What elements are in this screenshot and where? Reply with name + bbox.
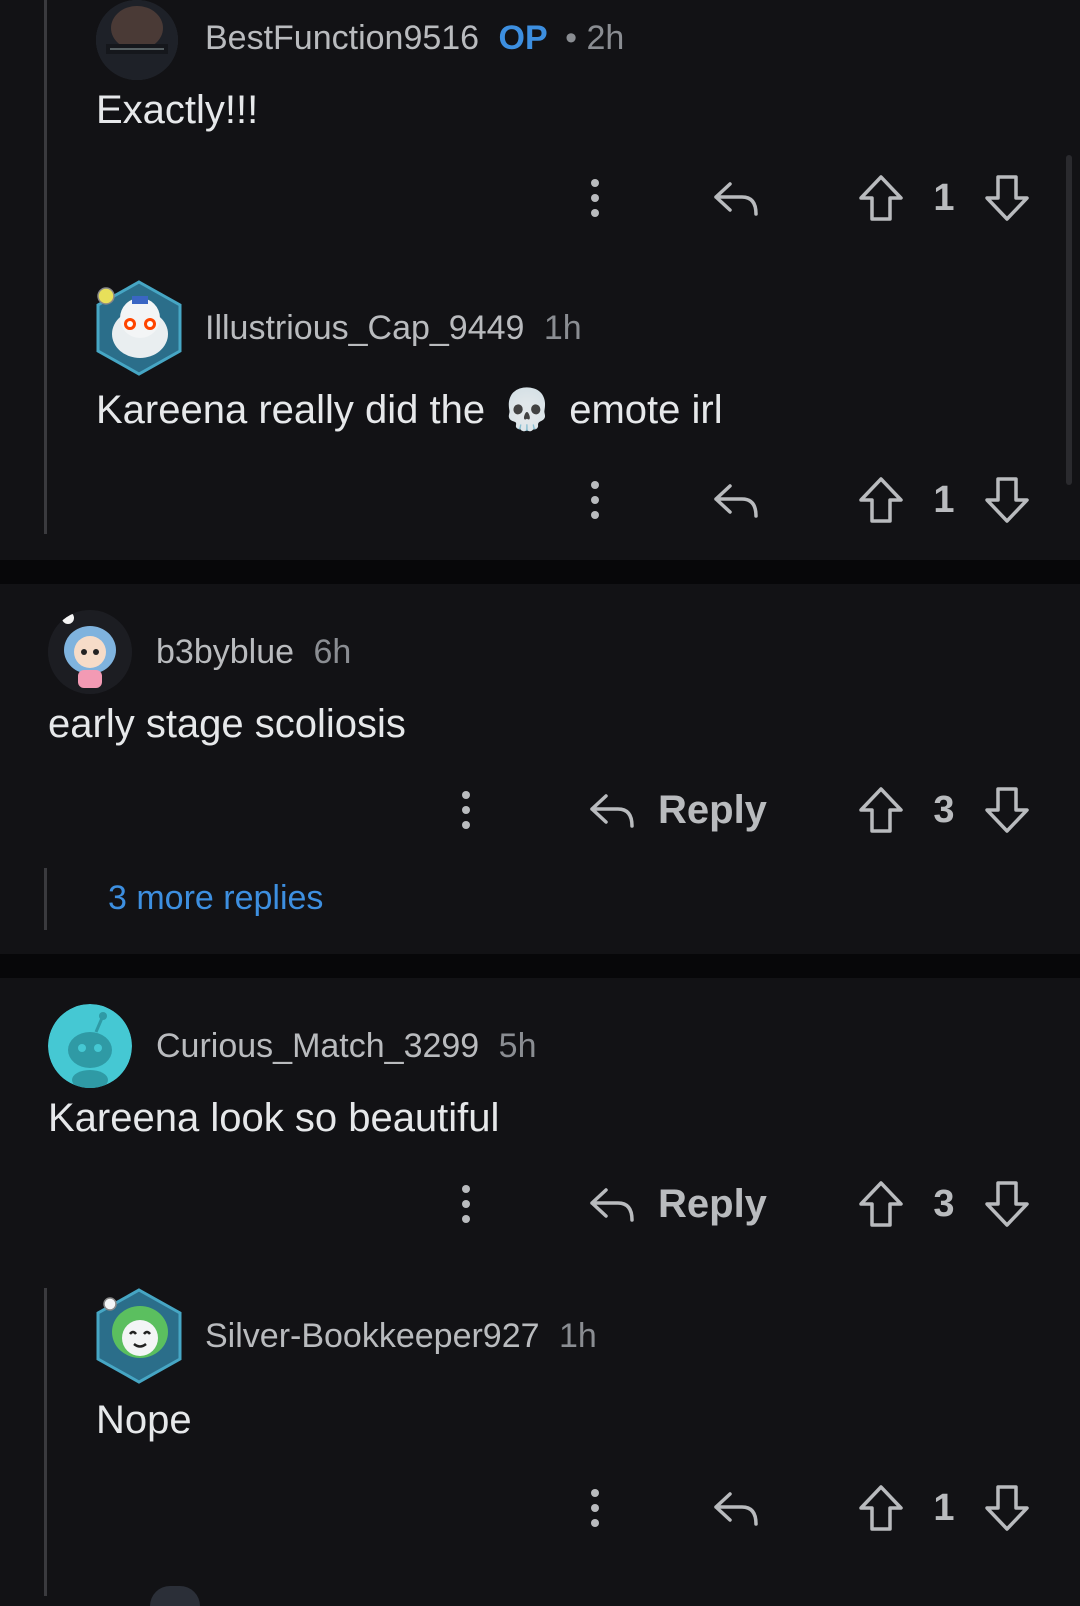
avatar[interactable] <box>150 1586 200 1606</box>
upvote-icon[interactable] <box>856 170 906 226</box>
vote-count: 3 <box>933 789 955 831</box>
username[interactable]: b3byblue <box>156 633 294 671</box>
vote-count: 1 <box>933 1487 955 1529</box>
reply-icon[interactable] <box>708 1480 764 1536</box>
username[interactable]: Silver-Bookkeeper927 <box>205 1317 540 1355</box>
timestamp: 2h <box>586 19 625 57</box>
comment-meta: Illustrious_Cap_9449 1h <box>205 308 582 348</box>
timestamp: 5h <box>498 1027 537 1065</box>
username[interactable]: BestFunction9516 <box>205 19 479 57</box>
downvote-icon[interactable] <box>982 1480 1032 1536</box>
thread-line <box>44 1288 47 1596</box>
more-options-icon[interactable] <box>570 470 620 530</box>
avatar[interactable] <box>48 610 132 694</box>
more-options-icon[interactable] <box>441 1174 491 1234</box>
comment-separator <box>0 560 1080 584</box>
username[interactable]: Curious_Match_3299 <box>156 1027 479 1065</box>
comment-body: Nope <box>96 1398 192 1442</box>
comment-meta: b3byblue 6h <box>156 632 351 672</box>
thread-line <box>44 0 47 534</box>
vote-count: 1 <box>933 177 955 219</box>
downvote-icon[interactable] <box>982 1176 1032 1232</box>
timestamp: 1h <box>543 309 582 347</box>
reply-button[interactable]: Reply <box>658 1174 767 1234</box>
comment-meta: Curious_Match_3299 5h <box>156 1026 536 1066</box>
avatar[interactable] <box>48 1004 132 1088</box>
upvote-icon[interactable] <box>856 1480 906 1536</box>
more-replies-link[interactable]: 3 more replies <box>108 878 323 918</box>
downvote-icon[interactable] <box>982 782 1032 838</box>
more-options-icon[interactable] <box>570 168 620 228</box>
comment-meta: Silver-Bookkeeper927 1h <box>205 1316 597 1356</box>
more-options-icon[interactable] <box>441 780 491 840</box>
upvote-icon[interactable] <box>856 1176 906 1232</box>
more-options-icon[interactable] <box>570 1478 620 1538</box>
op-badge: OP <box>498 19 548 57</box>
reply-button[interactable]: Reply <box>658 780 767 840</box>
avatar[interactable] <box>92 278 186 378</box>
upvote-icon[interactable] <box>856 472 906 528</box>
skull-emoji-icon: 💀 <box>502 388 553 432</box>
comment-body: Exactly!!! <box>96 88 259 132</box>
comment-separator <box>0 954 1080 978</box>
comment-body: Kareena look so beautiful <box>48 1096 500 1140</box>
reply-icon[interactable] <box>584 782 640 838</box>
timestamp: 6h <box>313 633 352 671</box>
comment-meta: BestFunction9516 OP • 2h <box>205 18 624 58</box>
comment-body: Kareena really did the 💀 emote irl <box>96 386 723 434</box>
comment-text: emote irl <box>569 388 723 432</box>
username[interactable]: Illustrious_Cap_9449 <box>205 309 524 347</box>
comment-text: Kareena really did the <box>96 388 486 432</box>
downvote-icon[interactable] <box>982 472 1032 528</box>
thread-line <box>44 868 47 930</box>
upvote-icon[interactable] <box>856 782 906 838</box>
timestamp: 1h <box>558 1317 597 1355</box>
avatar[interactable] <box>92 1286 186 1386</box>
vote-count: 3 <box>933 1183 955 1225</box>
reply-icon[interactable] <box>708 472 764 528</box>
reply-icon[interactable] <box>708 170 764 226</box>
vote-count: 1 <box>933 479 955 521</box>
meta-separator: • <box>565 19 578 57</box>
comment-body: early stage scoliosis <box>48 702 406 746</box>
avatar[interactable] <box>96 0 178 80</box>
downvote-icon[interactable] <box>982 170 1032 226</box>
reply-icon[interactable] <box>584 1176 640 1232</box>
scrollbar[interactable] <box>1066 155 1072 485</box>
